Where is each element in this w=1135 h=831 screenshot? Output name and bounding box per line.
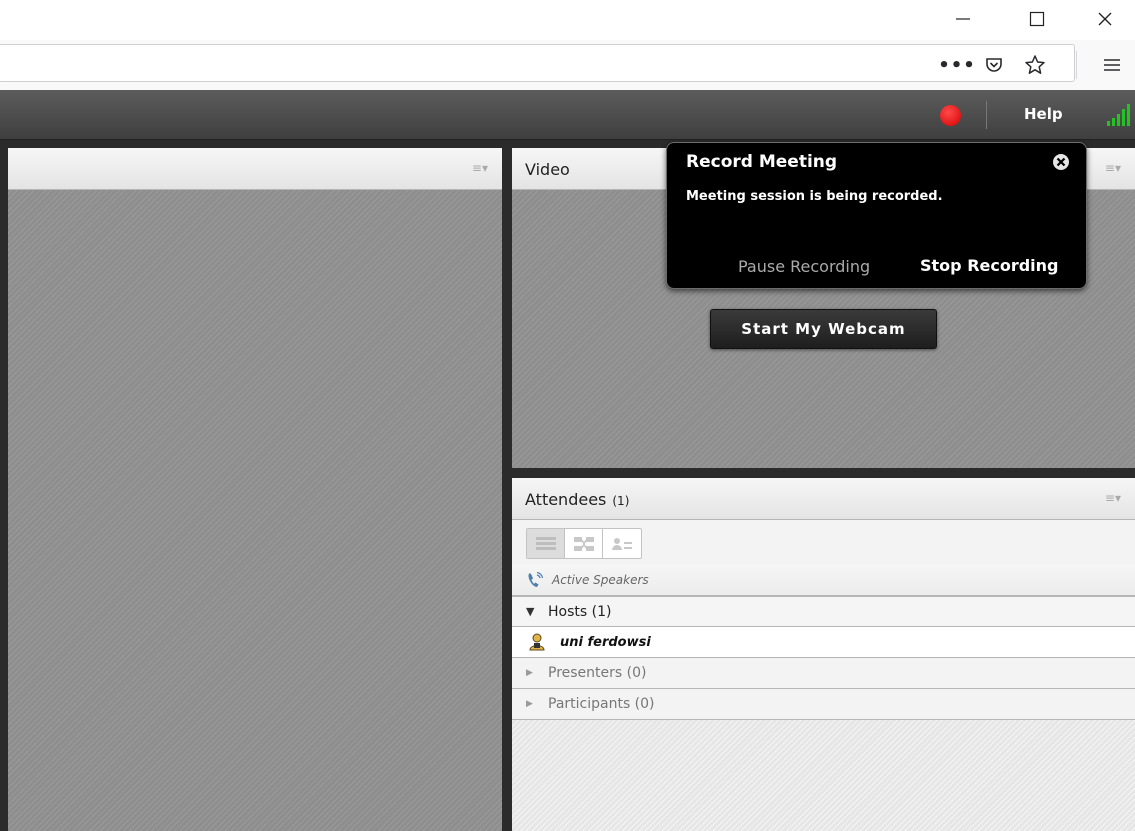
url-bar[interactable] bbox=[0, 44, 1075, 82]
attendees-pod: Attendees (1) ≡▾ Active Speakers ▼ Hosts… bbox=[512, 478, 1135, 831]
app-bar-separator bbox=[986, 101, 987, 129]
attendees-pod-header: Attendees (1) ≡▾ bbox=[512, 478, 1135, 520]
stop-recording-button[interactable]: Stop Recording bbox=[920, 256, 1059, 275]
attendee-view-toolbar bbox=[512, 520, 1135, 564]
window-title-bar bbox=[0, 0, 1135, 40]
attendees-count: (1) bbox=[612, 494, 630, 508]
expanded-caret-icon: ▼ bbox=[526, 605, 535, 618]
phone-speaker-icon bbox=[528, 571, 544, 587]
active-speakers-label: Active Speakers bbox=[552, 572, 649, 587]
collapsed-caret-icon: ▶ bbox=[526, 699, 533, 709]
active-speakers-row: Active Speakers bbox=[512, 564, 1135, 596]
meeting-app-bar bbox=[0, 90, 1135, 140]
collapsed-caret-icon: ▶ bbox=[526, 668, 533, 678]
video-pod-title: Video bbox=[525, 160, 570, 179]
close-window-button[interactable] bbox=[1085, 4, 1125, 34]
close-popup-icon[interactable] bbox=[1052, 153, 1070, 171]
pause-recording-button[interactable]: Pause Recording bbox=[738, 257, 870, 276]
share-pod: ≡▾ bbox=[8, 148, 502, 831]
list-view-button[interactable] bbox=[527, 529, 565, 558]
participants-group-label: Participants (0) bbox=[548, 696, 655, 712]
pod-options-menu-icon[interactable]: ≡▾ bbox=[1105, 491, 1121, 505]
attendees-title-text: Attendees bbox=[525, 490, 607, 509]
attendee-name: uni ferdowsi bbox=[560, 634, 651, 650]
participants-group-row[interactable]: ▶ Participants (0) bbox=[512, 689, 1135, 720]
recording-indicator-button[interactable] bbox=[940, 105, 961, 126]
presenters-group-label: Presenters (0) bbox=[548, 665, 647, 681]
hamburger-menu-icon bbox=[1104, 59, 1120, 71]
attendee-list-empty-area bbox=[512, 720, 1135, 831]
share-pod-header: ≡▾ bbox=[8, 148, 502, 190]
pocket-button[interactable] bbox=[977, 50, 1011, 80]
help-menu[interactable]: Help bbox=[1024, 105, 1063, 123]
hosts-group-label: Hosts (1) bbox=[548, 603, 612, 620]
person-list-icon bbox=[612, 537, 632, 550]
presenters-group-row[interactable]: ▶ Presenters (0) bbox=[512, 658, 1135, 689]
start-webcam-button[interactable]: Start My Webcam bbox=[710, 309, 937, 349]
host-avatar-icon bbox=[529, 633, 545, 651]
browser-menu-button[interactable] bbox=[1095, 50, 1129, 80]
connection-signal-icon bbox=[1107, 104, 1130, 126]
attendees-pod-title: Attendees (1) bbox=[525, 490, 629, 509]
minimize-icon bbox=[956, 18, 970, 20]
breakout-view-button[interactable] bbox=[565, 529, 603, 558]
view-toggle-group bbox=[526, 528, 642, 559]
hosts-group-row[interactable]: ▼ Hosts (1) bbox=[512, 596, 1135, 627]
pod-options-menu-icon[interactable]: ≡▾ bbox=[1105, 161, 1121, 175]
close-icon bbox=[1098, 12, 1112, 26]
bookmark-button[interactable] bbox=[1018, 50, 1052, 80]
bookmark-star-icon bbox=[1025, 55, 1045, 74]
maximize-icon bbox=[1029, 11, 1045, 27]
pod-options-menu-icon[interactable]: ≡▾ bbox=[472, 161, 488, 175]
maximize-button[interactable] bbox=[1017, 4, 1057, 34]
page-actions-icon: ••• bbox=[938, 54, 976, 76]
page-actions-button[interactable]: ••• bbox=[938, 52, 976, 78]
attendee-row[interactable]: uni ferdowsi bbox=[512, 627, 1135, 658]
attendee-status-view-button[interactable] bbox=[603, 529, 641, 558]
toolbar-separator bbox=[1076, 51, 1077, 79]
record-meeting-popup: Record Meeting Meeting session is being … bbox=[666, 142, 1087, 289]
record-popup-message: Meeting session is being recorded. bbox=[686, 189, 943, 204]
minimize-button[interactable] bbox=[943, 4, 983, 34]
pocket-icon bbox=[986, 58, 1002, 72]
breakout-view-icon bbox=[573, 536, 594, 551]
record-popup-title: Record Meeting bbox=[686, 152, 838, 172]
list-view-icon bbox=[535, 536, 556, 550]
